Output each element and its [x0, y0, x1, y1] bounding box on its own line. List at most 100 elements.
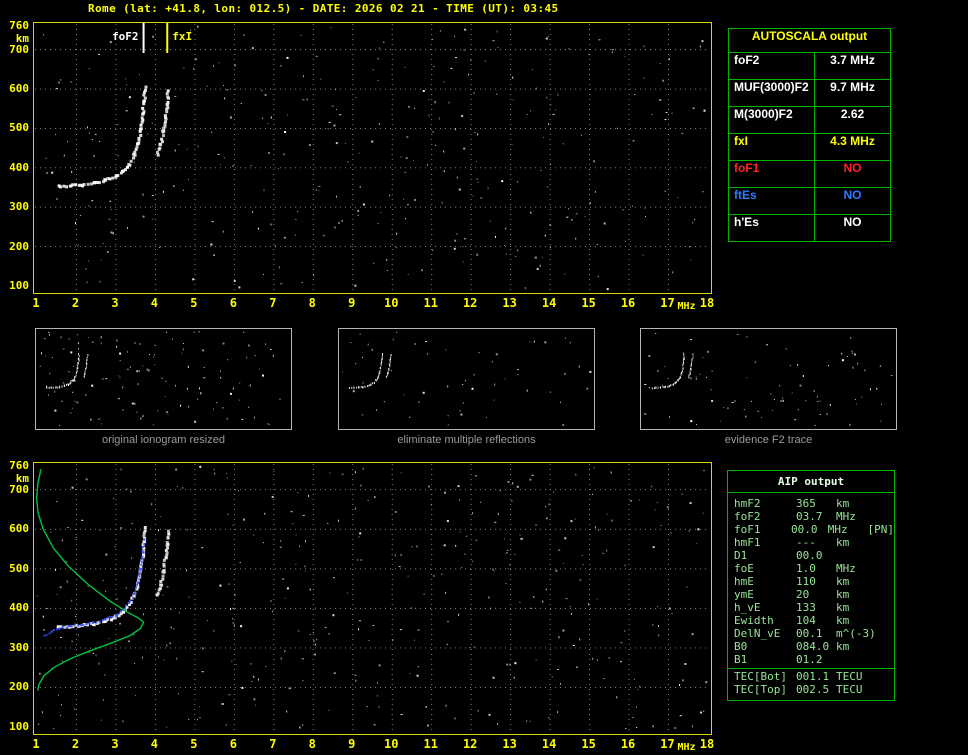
x-axis-unit: MHz	[677, 742, 696, 753]
aip-row: hmF2 365 km	[728, 497, 894, 510]
x-tick-label: 8	[308, 737, 316, 751]
aip-row-unit: km	[836, 640, 850, 653]
aip-row-unit: km	[836, 575, 850, 588]
thumbnail-original-canvas	[39, 331, 281, 426]
x-tick-label: 9	[348, 296, 356, 310]
autoscala-row-value: NO	[843, 215, 862, 229]
autoscala-row-label: M(3000)F2	[729, 107, 815, 133]
x-tick-label: 7	[269, 737, 277, 751]
y-axis-unit: km	[15, 472, 29, 485]
x-tick-label: 4	[150, 296, 159, 310]
x-tick-label: 15	[581, 737, 596, 751]
aip-row-label: TEC[Top]	[734, 683, 787, 696]
thumbnail-multiple-reflections	[338, 328, 595, 430]
x-tick-label: 9	[348, 737, 356, 751]
x-tick-label: 13	[502, 737, 517, 751]
aip-row-label: D1	[734, 549, 748, 562]
y-axis-unit: km	[15, 32, 29, 45]
aip-row-label: hmF1	[734, 536, 761, 549]
y-tick-label: 400	[9, 601, 29, 615]
x-tick-label: 15	[581, 296, 596, 310]
aip-row-label: foF2	[734, 510, 761, 523]
aip-row-value: 01.2	[796, 653, 823, 666]
aip-row-value: 104	[796, 614, 816, 627]
aip-row-unit: km	[836, 536, 850, 549]
x-tick-label: 6	[229, 737, 237, 751]
x-tick-label: 11	[423, 296, 438, 310]
autoscala-row: foF1 NO	[729, 161, 890, 188]
aip-row-label: ymE	[734, 588, 754, 601]
aip-row: B0 084.0 km	[728, 640, 894, 653]
aip-row-label: B1	[734, 653, 748, 666]
x-tick-label: 5	[190, 737, 198, 751]
x-tick-label: 3	[111, 737, 119, 751]
x-tick-label: 16	[620, 296, 636, 310]
x-tick-label: 1	[32, 296, 40, 310]
aip-row-unit: km	[836, 588, 850, 601]
x-tick-label: 14	[541, 296, 557, 310]
aip-table-title: AIP output	[728, 471, 894, 493]
y-tick-label: 600	[9, 522, 29, 536]
autoscala-row: foF2 3.7 MHz	[729, 53, 890, 80]
x-tick-label: 4	[150, 737, 159, 751]
aip-row-unit: TECU	[836, 683, 863, 696]
aip-row: B1 01.2	[728, 653, 894, 666]
thumbnail-caption-original: original ionogram resized	[102, 434, 225, 446]
aip-row-value: 1.0	[796, 562, 816, 575]
x-tick-label: 5	[190, 296, 198, 310]
y-tick-label: 760	[9, 459, 29, 472]
y-tick-label: 300	[9, 200, 29, 214]
aip-row-unit: TECU	[836, 670, 863, 683]
aip-row: ymE 20 km	[728, 588, 894, 601]
x-tick-label: 18	[699, 296, 715, 310]
aip-row-value: 002.5	[796, 683, 830, 696]
x-tick-label: 17	[660, 737, 675, 751]
aip-row-label: B0	[734, 640, 748, 653]
autoscala-row-value: 4.3 MHz	[830, 134, 875, 148]
autoscala-table-title: AUTOSCALA output	[729, 29, 890, 53]
autoscala-row: h'Es NO	[729, 215, 890, 241]
x-tick-label: 7	[269, 296, 277, 310]
aip-row-unit: MHz	[836, 562, 856, 575]
aip-row: h_vE 133 km	[728, 601, 894, 614]
aip-row-label: Ewidth	[734, 614, 774, 627]
x-axis-unit: MHz	[677, 301, 696, 312]
x-tick-label: 18	[699, 737, 715, 751]
aip-row: foF1 00.0 MHz [PN]	[728, 523, 894, 536]
autoscala-row: M(3000)F2 2.62	[729, 107, 890, 134]
x-tick-label: 8	[308, 296, 316, 310]
ionogram-bottom-canvas	[35, 464, 710, 733]
aip-row-label: TEC[Bot]	[734, 670, 787, 683]
aip-row-label: hmF2	[734, 497, 761, 510]
aip-row-value: ---	[796, 536, 816, 549]
aip-row: foF2 03.7 MHz	[728, 510, 894, 523]
aip-row-label: h_vE	[734, 601, 761, 614]
ionogram-top-canvas: foF2 fxI	[35, 23, 710, 292]
aip-row-label: hmE	[734, 575, 754, 588]
aip-row-unit	[836, 549, 894, 562]
autoscala-row-value: 2.62	[840, 107, 865, 121]
station-header: Rome (lat: +41.8, lon: 012.5) - DATE: 20…	[88, 2, 559, 15]
aip-row-unit: km	[836, 601, 850, 614]
aip-row-value: 133	[796, 601, 816, 614]
thumbnail-original-ionogram	[35, 328, 292, 430]
y-tick-label: 200	[9, 239, 29, 253]
aip-row: TEC[Bot] 001.1 TECU	[728, 668, 894, 683]
x-tick-label: 3	[111, 296, 119, 310]
aip-row-unit: km	[836, 497, 850, 510]
autoscala-row-value: 9.7 MHz	[830, 80, 875, 94]
y-tick-label: 760	[9, 19, 29, 32]
aip-row: hmE 110 km	[728, 575, 894, 588]
x-tick-label: 10	[384, 737, 399, 751]
autoscala-row: MUF(3000)F2 9.7 MHz	[729, 80, 890, 107]
aip-row-label: foE	[734, 562, 754, 575]
svg-text:foF2: foF2	[112, 30, 139, 43]
aip-table-rows: hmF2 365 km foF2 03.7 MHz foF1 00.0 MHz [PN] hmF1…	[728, 493, 894, 700]
thumbnail-reflections-canvas	[341, 331, 592, 426]
aip-output-table: AIP output hmF2 365 km foF2 03.7 MHz foF1 00.0 M…	[727, 470, 895, 701]
x-tick-label: 13	[502, 296, 517, 310]
x-tick-label: 16	[620, 737, 636, 751]
aip-row-value: 110	[796, 575, 816, 588]
ionogram-plot-bottom	[33, 462, 712, 735]
x-tick-label: 11	[423, 737, 438, 751]
